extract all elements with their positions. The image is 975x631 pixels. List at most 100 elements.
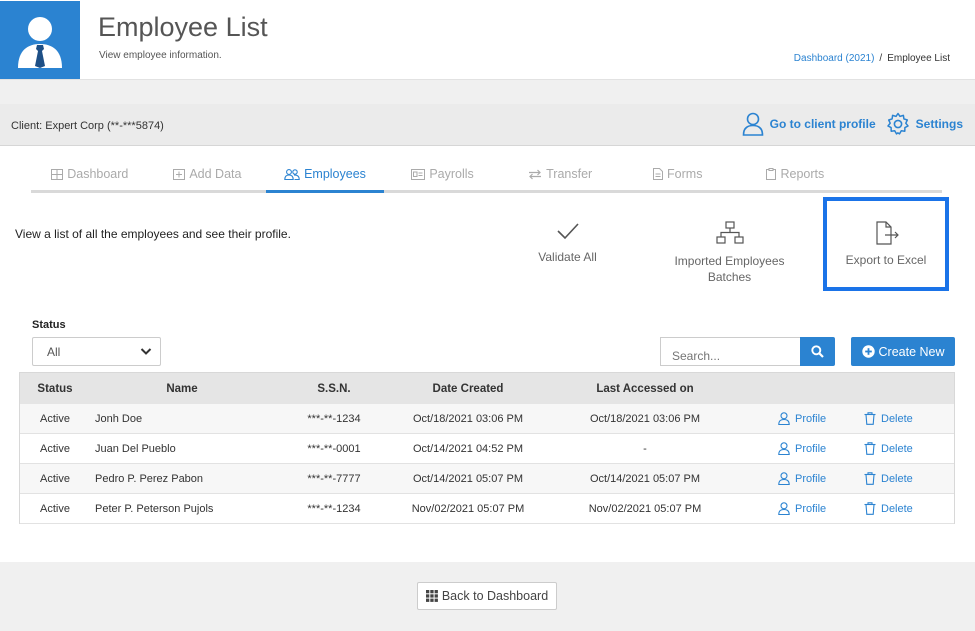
breadcrumb: Dashboard (2021) / Employee List [794,53,950,64]
breadcrumb-dashboard-link[interactable]: Dashboard (2021) [794,53,875,64]
chevron-down-icon [140,348,152,355]
client-bar: Client: Expert Corp (**-***5874) Go to c… [0,104,975,146]
tab-forms[interactable]: Forms [619,158,737,190]
settings-button[interactable]: Settings [886,112,963,136]
file-export-icon [876,221,899,245]
delete-link[interactable]: Delete [864,404,924,433]
status-filter-value: All [47,345,61,359]
imported-batches-label-line1: Imported Employees [674,254,785,268]
clipboard-icon [766,168,777,180]
breadcrumb-separator: / [879,53,883,64]
profile-link[interactable]: Profile [778,494,838,523]
delete-link-label: Delete [881,412,913,425]
trash-icon [864,442,876,455]
go-to-client-profile-button[interactable]: Go to client profile [742,112,876,136]
cell-name: Pedro P. Perez Pabon [95,472,204,485]
page-subtitle: View employee information. [99,50,222,61]
exchange-icon [529,169,542,179]
column-header-last-accessed[interactable]: Last Accessed on [570,373,720,404]
table-row: Active Peter P. Peterson Pujols ***-**-1… [20,494,954,524]
tab-label: Add Data [189,167,242,181]
validate-all-label: Validate All [538,250,597,264]
cell-name: Peter P. Peterson Pujols [95,502,214,515]
cell-date-created: Oct/14/2021 05:07 PM [412,472,524,485]
footer-bar: Back to Dashboard [0,562,975,631]
user-icon [778,472,790,485]
checkmark-icon [556,223,579,240]
table-header: Status Name S.S.N. Date Created Last Acc… [20,373,954,404]
profile-link-label: Profile [795,412,827,425]
grid-icon [425,590,438,602]
cell-date-created: Oct/18/2021 03:06 PM [412,412,524,425]
create-new-button[interactable]: Create New [851,337,955,366]
search-button[interactable] [800,337,835,366]
profile-link[interactable]: Profile [778,464,838,493]
cell-ssn: ***-**-0001 [307,442,361,455]
user-icon [742,112,763,136]
column-header-ssn[interactable]: S.S.N. [284,373,384,404]
export-to-excel-label: Export to Excel [845,253,927,267]
users-icon [284,168,300,180]
client-label: Client: Expert Corp (**-***5874) [11,120,164,132]
export-to-excel-button[interactable]: Export to Excel [823,197,949,291]
tab-label: Payrolls [429,167,474,181]
cell-last-accessed: Oct/14/2021 05:07 PM [589,472,701,485]
tab-add-data[interactable]: Add Data [149,158,267,190]
cell-name: Juan Del Pueblo [95,442,176,455]
tab-employees[interactable]: Employees [266,158,384,193]
cell-last-accessed: Oct/18/2021 03:06 PM [589,412,701,425]
breadcrumb-current: Employee List [887,53,950,64]
table-row: Active Pedro P. Perez Pabon ***-**-7777 … [20,464,954,494]
nav-tabs: Dashboard Add Data Employees Payrolls Tr… [31,158,942,193]
status-filter-select[interactable]: All [32,337,161,366]
delete-link[interactable]: Delete [864,434,924,463]
tab-payrolls[interactable]: Payrolls [384,158,502,190]
plus-circle-icon [861,345,875,358]
profile-link-label: Profile [795,502,827,515]
tab-reports[interactable]: Reports [737,158,855,190]
tab-label: Transfer [546,167,593,181]
delete-link[interactable]: Delete [864,464,924,493]
page-header: Employee List View employee information.… [0,0,975,80]
imported-employees-batches-button[interactable]: Imported Employees Batches [662,221,797,285]
trash-icon [864,472,876,485]
gear-icon [886,112,909,135]
profile-link-label: Profile [795,472,827,485]
search-input[interactable] [660,337,801,366]
profile-link[interactable]: Profile [778,434,838,463]
cell-status: Active [40,412,70,425]
user-icon [778,442,790,455]
cell-last-accessed: - [643,442,647,455]
trash-icon [864,502,876,515]
go-to-client-profile-label: Go to client profile [769,117,876,131]
column-header-date-created[interactable]: Date Created [398,373,538,404]
delete-link-label: Delete [881,442,913,455]
user-icon [778,502,790,515]
table-icon [51,168,64,180]
column-header-status[interactable]: Status [20,373,90,404]
tab-label: Reports [780,167,825,181]
back-to-dashboard-button[interactable]: Back to Dashboard [417,582,557,610]
delete-link-label: Delete [881,502,913,515]
back-to-dashboard-label: Back to Dashboard [441,589,549,603]
page-title: Employee List [98,12,268,42]
client-actions: Go to client profile Settings [742,112,963,136]
column-header-name[interactable]: Name [107,373,257,404]
tab-dashboard[interactable]: Dashboard [31,158,149,190]
table-row: Active Jonh Doe ***-**-1234 Oct/18/2021 … [20,404,954,434]
main-content: Client: Expert Corp (**-***5874) Go to c… [0,104,975,562]
cell-status: Active [40,472,70,485]
delete-link[interactable]: Delete [864,494,924,523]
cell-date-created: Nov/02/2021 05:07 PM [411,502,525,515]
profile-link[interactable]: Profile [778,404,838,433]
delete-link-label: Delete [881,472,913,485]
settings-label: Settings [915,117,963,131]
profile-link-label: Profile [795,442,827,455]
validate-all-button[interactable]: Validate All [525,221,610,265]
tab-transfer[interactable]: Transfer [501,158,619,190]
create-new-label: Create New [878,344,945,359]
avatar [0,1,80,79]
cell-date-created: Oct/14/2021 04:52 PM [412,442,524,455]
cell-name: Jonh Doe [95,412,143,425]
intro-text: View a list of all the employees and see… [15,227,291,241]
